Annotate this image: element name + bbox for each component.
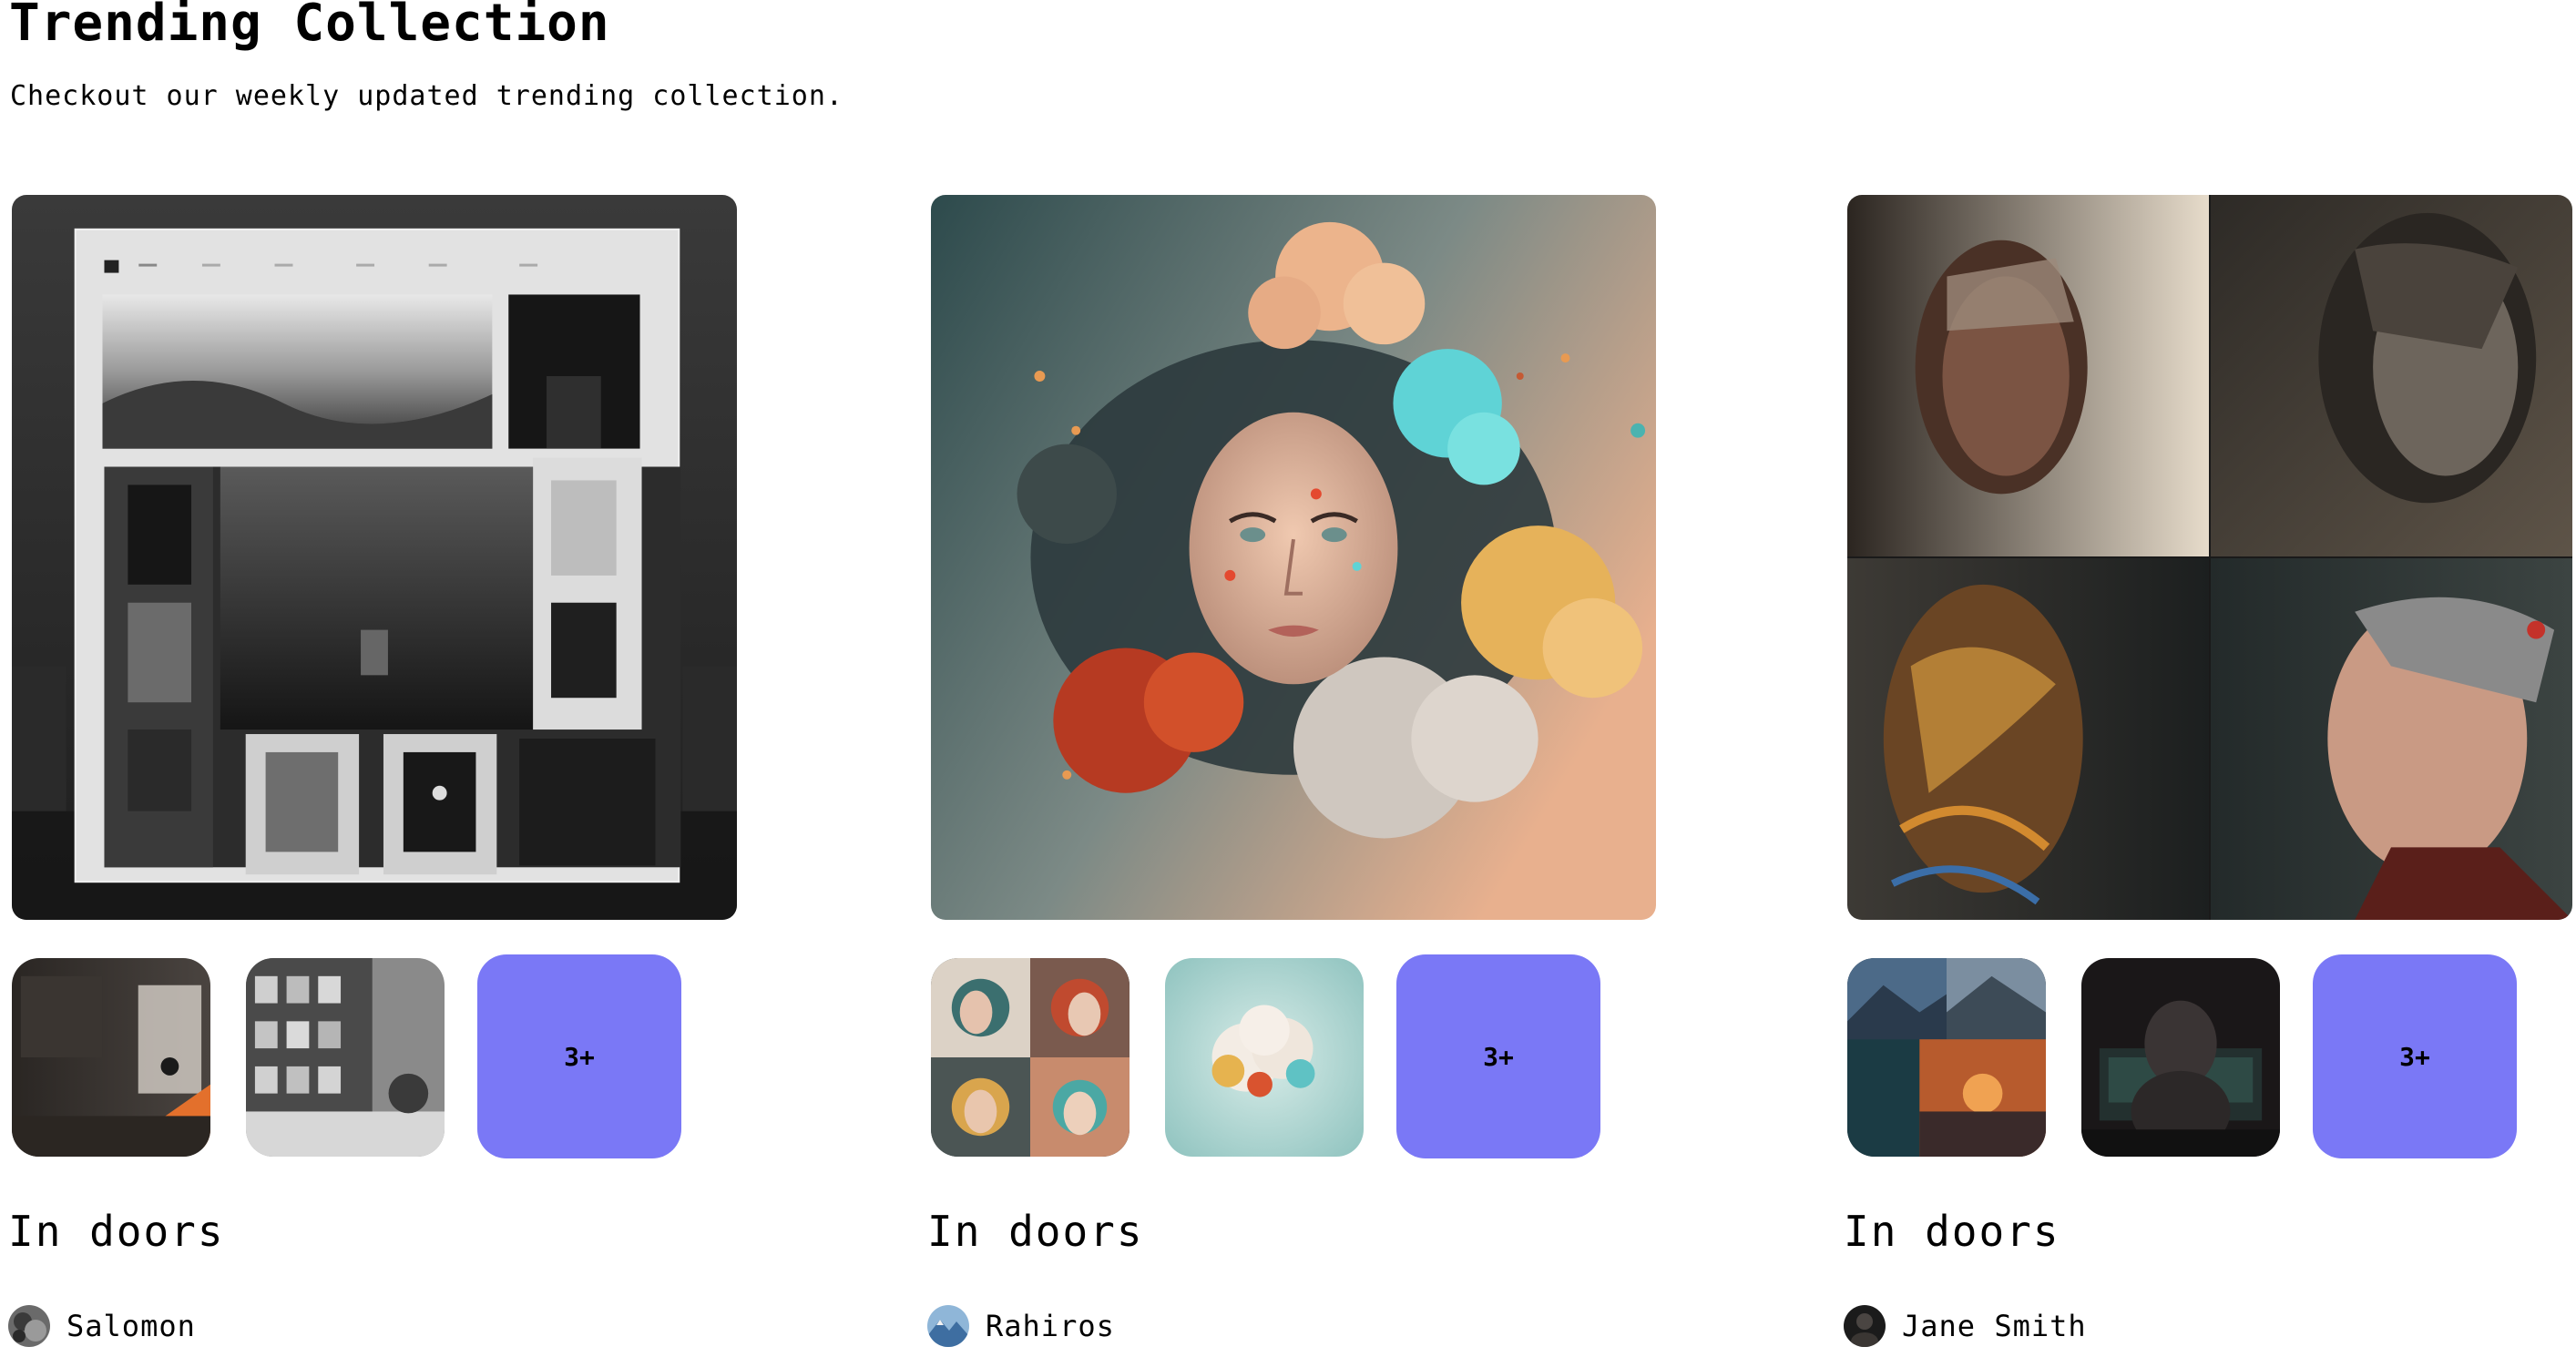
section-subtitle: Checkout our weekly updated trending col… [10, 80, 843, 112]
creator-avatar[interactable] [927, 1305, 969, 1347]
hooded-figure-icon [2081, 958, 2280, 1157]
cloud-on-teal-icon [1165, 958, 1364, 1157]
gallery-room-icon [246, 958, 445, 1157]
dark-portrait-avatar-icon [1844, 1305, 1886, 1347]
collection-title[interactable]: In doors [927, 1206, 1144, 1257]
creator-link[interactable]: Salomon [8, 1304, 196, 1348]
faces-grid-icon [931, 958, 1130, 1157]
more-items-button[interactable]: 3+ [2313, 954, 2517, 1158]
collection-thumbnail-1[interactable] [931, 958, 1130, 1157]
collection-thumbnail-2[interactable] [246, 958, 445, 1157]
collection-card-3[interactable]: 3+ In doors Jane Smith [1844, 195, 2576, 1357]
collection-hero-image[interactable] [12, 195, 737, 920]
creator-link[interactable]: Rahiros [927, 1304, 1115, 1348]
creator-name: Jane Smith [1902, 1309, 2087, 1343]
collection-thumbnail-2[interactable] [1165, 958, 1364, 1157]
monochrome-gallery-icon [12, 195, 737, 920]
dark-room-icon [12, 958, 210, 1157]
blue-mountain-avatar-icon [927, 1305, 969, 1347]
collection-card-2[interactable]: 3+ In doors Rahiros [927, 195, 1660, 1357]
creator-link[interactable]: Jane Smith [1844, 1304, 2087, 1348]
gray-rock-avatar-icon [8, 1305, 50, 1347]
landscape-collage-icon [1847, 958, 2046, 1157]
collection-hero-image[interactable] [931, 195, 1656, 920]
collection-thumbnail-1[interactable] [12, 958, 210, 1157]
section-title: Trending Collection [9, 0, 610, 53]
collection-title[interactable]: In doors [1844, 1206, 2060, 1257]
creator-name: Salomon [66, 1309, 196, 1343]
collection-thumbnail-2[interactable] [2081, 958, 2280, 1157]
collection-card-1[interactable]: 3+ In doors Salomon [8, 195, 741, 1357]
more-items-button[interactable]: 3+ [477, 954, 681, 1158]
more-items-button[interactable]: 3+ [1396, 954, 1600, 1158]
collection-hero-image[interactable] [1847, 195, 2572, 920]
cyborg-portraits-icon [1847, 195, 2572, 920]
collection-thumbnail-1[interactable] [1847, 958, 2046, 1157]
collection-title[interactable]: In doors [8, 1206, 225, 1257]
creator-name: Rahiros [986, 1309, 1115, 1343]
creator-avatar[interactable] [1844, 1305, 1886, 1347]
woman-clouds-icon [931, 195, 1656, 920]
creator-avatar[interactable] [8, 1305, 50, 1347]
